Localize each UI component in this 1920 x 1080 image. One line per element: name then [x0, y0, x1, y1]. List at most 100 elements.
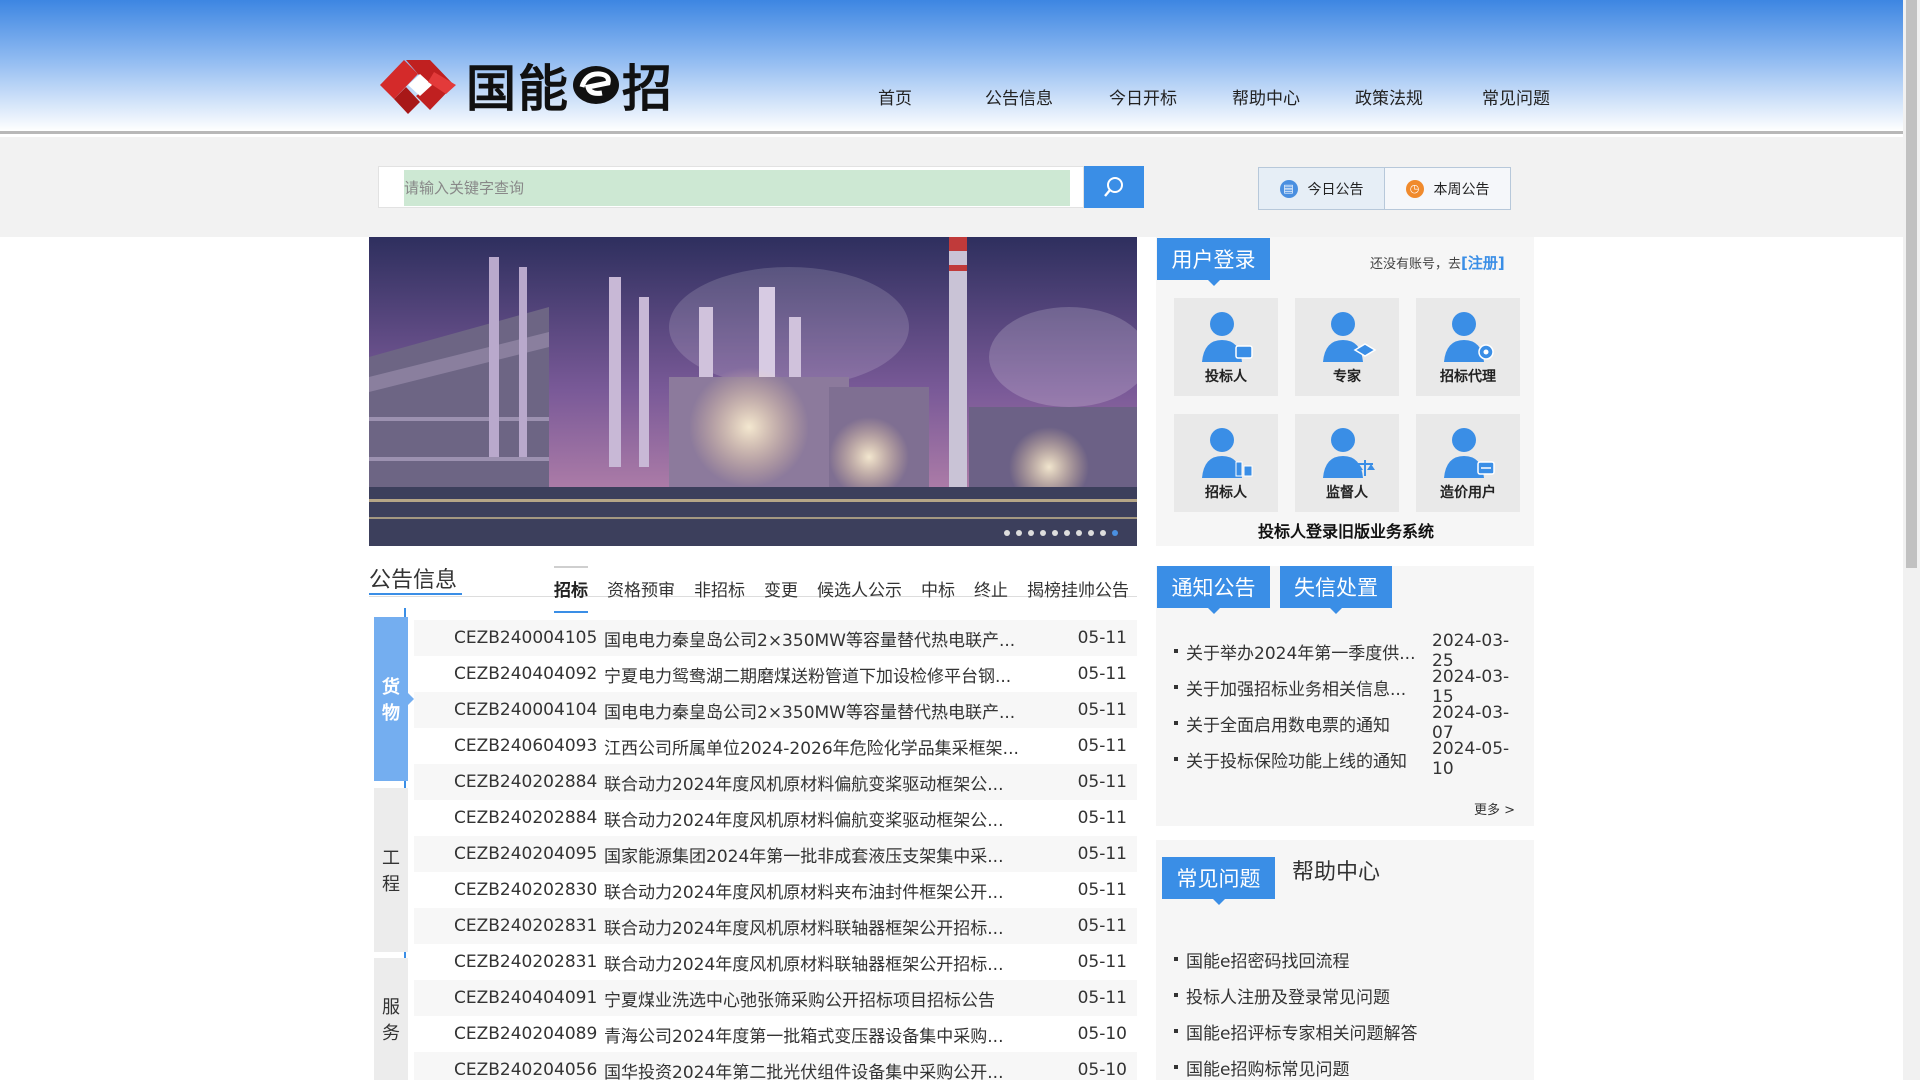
announcement-date: 05-11 [1077, 700, 1127, 720]
carousel-dot[interactable] [1076, 530, 1082, 536]
tab-tender[interactable]: 招标 [554, 566, 588, 613]
carousel-dot[interactable] [1028, 530, 1034, 536]
tab-notice[interactable]: 通知公告 [1157, 566, 1270, 614]
table-row[interactable]: CEZB240004105 国电电力秦皇岛公司2×350MW等容量替代热电联产..… [414, 620, 1137, 656]
tab-change[interactable]: 变更 [764, 576, 798, 601]
table-row[interactable]: CEZB240202830 联合动力2024年度风机原材料夹布油封件框架公开...… [414, 872, 1137, 908]
list-item[interactable]: 投标人注册及登录常见问题 [1170, 977, 1530, 1013]
bullet-icon [1174, 1065, 1178, 1069]
announcement-title: 联合动力2024年度风机原材料联轴器框架公开招标... [604, 918, 1004, 939]
role-tenderer[interactable]: 招标人 [1174, 414, 1278, 512]
nav-home[interactable]: 首页 [840, 84, 950, 109]
expert-user-icon [1323, 312, 1377, 362]
list-item[interactable]: 国能e招购标常见问题 [1170, 1049, 1530, 1080]
carousel-dot[interactable] [1064, 530, 1070, 536]
table-row[interactable]: CEZB240202831 联合动力2024年度风机原材料联轴器框架公开招标...… [414, 908, 1137, 944]
tenderer-user-icon [1202, 428, 1253, 478]
carousel-dot[interactable] [1016, 530, 1022, 536]
list-item[interactable]: 关于投标保险功能上线的通知 2024-05-10 [1170, 739, 1530, 779]
today-announcement-button[interactable]: ▤ 今日公告 [1259, 168, 1385, 209]
table-row[interactable]: CEZB240204089 青海公司2024年度第一批箱式变压器设备集中采购...… [414, 1016, 1137, 1052]
tab-credit[interactable]: 失信处置 [1280, 566, 1392, 614]
table-row[interactable]: CEZB240204095 国家能源集团2024年第一批非成套液压支架集中采...… [414, 836, 1137, 872]
tab-termination[interactable]: 终止 [974, 576, 1008, 601]
announcement-tabs: 招标 资格预审 非招标 变更 候选人公示 中标 终止 揭榜挂帅公告 [554, 566, 1129, 613]
role-agency[interactable]: 招标代理 [1416, 298, 1520, 396]
role-bidder[interactable]: 投标人 [1174, 298, 1278, 396]
announcement-code: CEZB240202831 [454, 952, 598, 972]
search-input[interactable] [404, 170, 1070, 206]
announcement-date: 05-11 [1077, 808, 1127, 828]
announcement-date: 05-10 [1077, 1024, 1127, 1044]
site-logo[interactable]: 国能 招 [376, 52, 676, 118]
list-item[interactable]: 国能e招密码找回流程 [1170, 941, 1530, 977]
category-goods[interactable]: 货 物 [374, 617, 414, 781]
no-account-text: 还没有账号，去 [1370, 257, 1462, 272]
announcement-title: 国华投资2024年第二批光伏组件设备集中采购公开... [604, 1062, 1004, 1080]
table-row[interactable]: CEZB240202884 联合动力2024年度风机原材料偏航变桨驱动框架公...… [414, 764, 1137, 800]
list-item[interactable]: 关于加强招标业务相关信息... 2024-03-15 [1170, 667, 1530, 707]
notice-more-link[interactable]: 更多 > [1474, 799, 1515, 818]
announcement-title: 联合动力2024年度风机原材料偏航变桨驱动框架公... [604, 810, 1004, 831]
category-service[interactable]: 服 务 [374, 958, 408, 1080]
notice-title: 关于举办2024年第一季度供... [1186, 643, 1416, 664]
announcement-date: 05-11 [1077, 844, 1127, 864]
table-row[interactable]: CEZB240004104 国电电力秦皇岛公司2×350MW等容量替代热电联产..… [414, 692, 1137, 728]
announcement-title: 江西公司所属单位2024-2026年危险化学品集采框架... [604, 738, 1019, 759]
carousel-dot[interactable] [1100, 530, 1106, 536]
role-agency-label: 招标代理 [1440, 369, 1496, 385]
notice-date: 2024-03-07 [1432, 703, 1510, 743]
table-row[interactable]: CEZB240404092 宁夏电力鸳鸯湖二期磨煤送粉管道下加设检修平台钢... 0… [414, 656, 1137, 692]
carousel-dot[interactable] [1088, 530, 1094, 536]
announcement-title: 国电电力秦皇岛公司2×350MW等容量替代热电联产... [604, 702, 1016, 723]
tab-open-call[interactable]: 揭榜挂帅公告 [1027, 576, 1129, 601]
search-button[interactable] [1084, 166, 1144, 208]
tab-award[interactable]: 中标 [921, 576, 955, 601]
announcement-list: CEZB240004105 国电电力秦皇岛公司2×350MW等容量替代热电联产..… [414, 620, 1137, 1080]
old-system-link[interactable]: 投标人登录旧版业务系统 [1258, 518, 1434, 542]
tab-non-tender[interactable]: 非招标 [694, 576, 745, 601]
tab-candidate[interactable]: 候选人公示 [817, 576, 902, 601]
carousel-dot[interactable] [1052, 530, 1058, 536]
carousel-dot[interactable] [1004, 530, 1010, 536]
table-row[interactable]: CEZB240202884 联合动力2024年度风机原材料偏航变桨驱动框架公...… [414, 800, 1137, 836]
carousel-dot[interactable] [1040, 530, 1046, 536]
tab-faq[interactable]: 常见问题 [1162, 857, 1275, 905]
tab-prequalification[interactable]: 资格预审 [607, 576, 675, 601]
nav-policy[interactable]: 政策法规 [1334, 84, 1444, 109]
list-item[interactable]: 国能e招评标专家相关问题解答 [1170, 1013, 1530, 1049]
announcement-code: CEZB240004105 [454, 628, 598, 648]
table-row[interactable]: CEZB240204056 国华投资2024年第二批光伏组件设备集中采购公开...… [414, 1052, 1137, 1080]
notice-date: 2024-03-15 [1432, 667, 1510, 707]
role-expert-label: 专家 [1333, 369, 1361, 385]
category-engineering[interactable]: 工 程 [374, 788, 408, 952]
banner-carousel[interactable] [369, 237, 1137, 546]
announcement-code: CEZB240404091 [454, 988, 598, 1008]
notice-date: 2024-05-10 [1432, 739, 1510, 779]
bullet-icon [1174, 721, 1178, 725]
nav-announcements[interactable]: 公告信息 [950, 84, 1088, 109]
announcement-code: CEZB240204095 [454, 844, 598, 864]
announcement-code: CEZB240202884 [454, 772, 598, 792]
nav-help-center[interactable]: 帮助中心 [1198, 84, 1334, 109]
today-announcement-label: 今日公告 [1307, 181, 1364, 198]
bullet-icon [1174, 993, 1178, 997]
carousel-dot-active[interactable] [1112, 530, 1118, 536]
register-link[interactable]: [注册] [1461, 254, 1505, 272]
tab-help-center[interactable]: 帮助中心 [1292, 854, 1380, 886]
role-expert[interactable]: 专家 [1295, 298, 1399, 396]
list-item[interactable]: 关于举办2024年第一季度供... 2024-03-25 [1170, 633, 1530, 671]
announcement-code: CEZB240404092 [454, 664, 598, 684]
table-row[interactable]: CEZB240404091 宁夏煤业洗选中心弛张筛采购公开招标项目招标公告 05-1… [414, 980, 1137, 1016]
announcement-title: 国家能源集团2024年第一批非成套液压支架集中采... [604, 846, 1004, 867]
role-supervisor[interactable]: 监督人 [1295, 414, 1399, 512]
table-row[interactable]: CEZB240604093 江西公司所属单位2024-2026年危险化学品集采框架… [414, 728, 1137, 764]
list-item[interactable]: 关于全面启用数电票的通知 2024-03-07 [1170, 703, 1530, 743]
role-cost-user[interactable]: 造价用户 [1416, 414, 1520, 512]
nav-today-opening[interactable]: 今日开标 [1088, 84, 1198, 109]
nav-faq[interactable]: 常见问题 [1444, 84, 1588, 109]
week-announcement-button[interactable]: ◷ 本周公告 [1385, 168, 1510, 209]
faq-title: 国能e招购标常见问题 [1186, 1059, 1350, 1080]
scrollbar-thumb[interactable] [1906, 0, 1917, 568]
table-row[interactable]: CEZB240202831 联合动力2024年度风机原材料联轴器框架公开招标...… [414, 944, 1137, 980]
